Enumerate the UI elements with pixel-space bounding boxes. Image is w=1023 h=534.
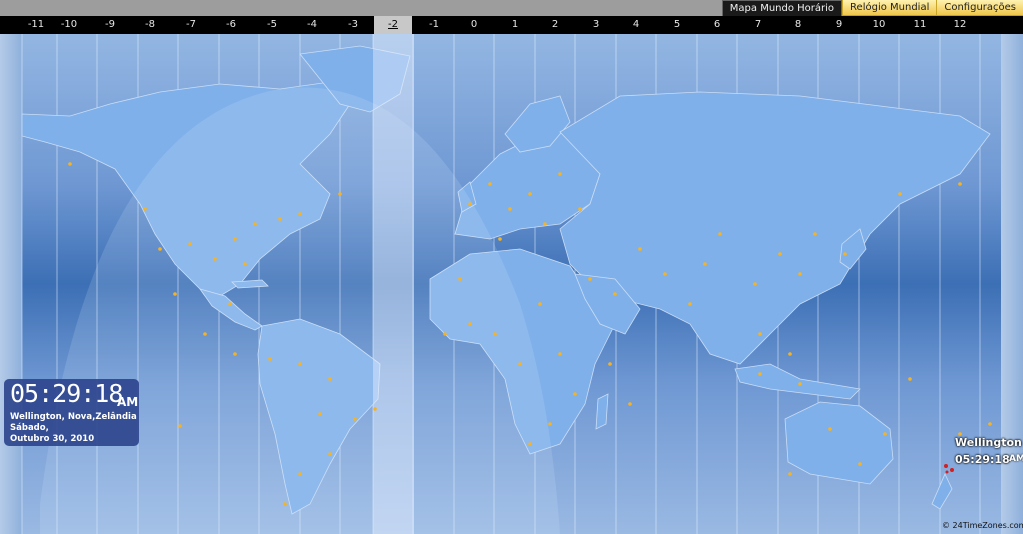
clock-ampm: AM bbox=[117, 395, 139, 409]
clock-date: Outubro 30, 2010 bbox=[10, 434, 95, 444]
tz-label[interactable]: 9 bbox=[836, 16, 842, 34]
tz-label[interactable]: 4 bbox=[633, 16, 639, 34]
tab-settings[interactable]: Configurações bbox=[936, 0, 1023, 15]
new-zealand bbox=[931, 473, 953, 510]
marker-city-label[interactable]: Wellington bbox=[955, 436, 1022, 449]
tz-label[interactable]: 12 bbox=[954, 16, 967, 34]
tz-label[interactable]: -9 bbox=[105, 16, 115, 34]
tz-label[interactable]: -3 bbox=[348, 16, 358, 34]
tz-label[interactable]: -10 bbox=[61, 16, 77, 34]
tz-label[interactable]: 6 bbox=[714, 16, 720, 34]
tz-label[interactable]: 3 bbox=[593, 16, 599, 34]
tab-world-clock[interactable]: Relógio Mundial bbox=[842, 0, 937, 15]
tz-label[interactable]: 2 bbox=[552, 16, 558, 34]
marker-city-ampm: AM bbox=[1009, 454, 1023, 464]
tz-label[interactable]: 7 bbox=[755, 16, 761, 34]
marker-city-time: 05:29:18 bbox=[955, 453, 1010, 466]
tz-label[interactable]: -11 bbox=[28, 16, 44, 34]
local-clock-panel: 05:29:18 AM Wellington, Nova,Zelândia Sá… bbox=[4, 379, 139, 446]
tz-label[interactable]: 10 bbox=[873, 16, 886, 34]
tz-label[interactable]: -6 bbox=[226, 16, 236, 34]
tz-label[interactable]: -4 bbox=[307, 16, 317, 34]
tz-label[interactable]: -7 bbox=[186, 16, 196, 34]
tz-label[interactable]: 1 bbox=[512, 16, 518, 34]
tz-label[interactable]: -5 bbox=[267, 16, 277, 34]
tab-bar: Mapa Mundo Horário Relógio Mundial Confi… bbox=[721, 0, 1023, 16]
tz-label[interactable]: -8 bbox=[145, 16, 155, 34]
location-marker-icon[interactable] bbox=[942, 462, 956, 474]
tab-world-time-map[interactable]: Mapa Mundo Horário bbox=[721, 0, 843, 16]
top-bar: Mapa Mundo Horário Relógio Mundial Confi… bbox=[0, 0, 1023, 16]
map-graphic bbox=[21, 34, 992, 534]
tz-label[interactable]: 8 bbox=[795, 16, 801, 34]
world-time-map[interactable]: 05:29:18 AM Wellington, Nova,Zelândia Sá… bbox=[0, 34, 1023, 534]
timezone-bar: -11 -10 -9 -8 -7 -6 -5 -4 -3 -2 -1 0 1 2… bbox=[0, 16, 1023, 34]
clock-day: Sábado, bbox=[10, 423, 49, 433]
tz-label[interactable]: -1 bbox=[429, 16, 439, 34]
tz-label[interactable]: 5 bbox=[674, 16, 680, 34]
indonesia bbox=[734, 363, 861, 400]
clock-time: 05:29:18 bbox=[10, 379, 123, 408]
clock-city: Wellington, Nova,Zelândia bbox=[10, 412, 137, 422]
madagascar bbox=[595, 393, 609, 430]
australia bbox=[784, 401, 894, 485]
tz-label[interactable]: 0 bbox=[471, 16, 477, 34]
tz-label[interactable]: 11 bbox=[914, 16, 927, 34]
copyright-text[interactable]: © 24TimeZones.com bbox=[942, 521, 1023, 530]
tz-label-selected[interactable]: -2 bbox=[374, 16, 412, 34]
